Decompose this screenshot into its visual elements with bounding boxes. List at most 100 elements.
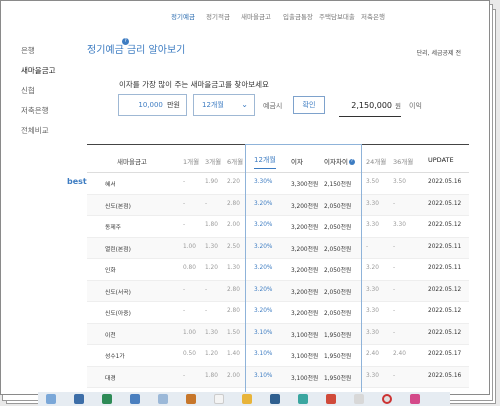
amount-input[interactable]: 10,000 만원 (118, 94, 187, 116)
app-icon[interactable] (270, 394, 280, 404)
sidebar-item-savingsbank[interactable]: 저축은행 (21, 101, 56, 121)
table-cell: 3.30 (366, 286, 379, 293)
col-3m[interactable]: 3개월 (205, 156, 221, 166)
table-cell: - (183, 200, 186, 207)
subtitle: 이자를 가장 많이 주는 새마을금고를 찾아보세요 (119, 80, 269, 89)
table-cell[interactable]: 혜서 (105, 179, 116, 188)
table-cell: 3.20 (366, 265, 379, 271)
app-icon[interactable] (102, 394, 112, 404)
app-icon[interactable] (298, 394, 308, 404)
table-cell: - (183, 308, 186, 314)
table-cell: 3.30 (393, 222, 406, 228)
folder-icon[interactable] (242, 394, 252, 404)
table-cell[interactable]: 성수1가 (105, 351, 125, 360)
app-icon[interactable] (410, 394, 420, 404)
nav-saemaeul[interactable]: 새마을금고 (241, 11, 271, 21)
table-cell: 2.40 (366, 351, 379, 357)
amount-unit: 만원 (167, 101, 180, 109)
nav-savings[interactable]: 정기적금 (206, 11, 230, 21)
table-cell: 2022.05.16 (428, 372, 462, 379)
table-cell[interactable]: 대경 (105, 373, 116, 382)
table-cell[interactable]: 신도(서곡) (105, 287, 131, 296)
table-cell: 2022.05.12 (428, 222, 462, 228)
table-cell: 3.50 (366, 179, 379, 185)
table-cell: 0.50 (183, 351, 196, 357)
table-cell: 2022.05.12 (428, 308, 462, 314)
table-cell: 3.30 (366, 372, 379, 379)
table-cell: 3.30 (366, 329, 379, 336)
table-cell: - (205, 308, 208, 314)
amount-value: 10,000 (138, 101, 163, 109)
sidebar-item-compare-all[interactable]: 전체비교 (21, 121, 56, 141)
table-cell: 3.30 (366, 222, 379, 228)
sidebar-item-shinhyup[interactable]: 신협 (21, 81, 56, 101)
table-cell: - (393, 286, 396, 293)
page-title: 정기예금 금리 알아보기 (87, 45, 186, 56)
table-cell: - (205, 286, 208, 293)
table-cell: 1.30 (205, 329, 218, 336)
table-cell: 2022.05.17 (428, 351, 462, 357)
app-icon[interactable] (158, 394, 168, 404)
table-cell: 1.80 (205, 222, 218, 228)
col-36m[interactable]: 36개월 (393, 156, 413, 166)
app-icon[interactable] (354, 394, 364, 404)
period-value: 12개월 (202, 101, 224, 109)
col-1m[interactable]: 1개월 (183, 156, 199, 166)
confirm-button[interactable]: 확인 (293, 96, 325, 114)
col-24m[interactable]: 24개월 (366, 156, 386, 166)
chevron-down-icon: ⌄ (241, 100, 248, 109)
col-6m[interactable]: 6개월 (227, 156, 243, 166)
app-icon[interactable] (74, 394, 84, 404)
table-cell: 2.20 (227, 179, 240, 185)
app-icon[interactable] (326, 394, 336, 404)
table-cell[interactable]: 이천 (105, 330, 116, 339)
sidebar-item-saemaeul[interactable]: 새마을금고 (21, 61, 56, 81)
table-cell[interactable]: 인화 (105, 265, 116, 274)
taskbar (38, 392, 450, 406)
app-icon[interactable] (130, 394, 140, 404)
col-update: UPDATE (428, 156, 454, 164)
table-cell: 2.00 (227, 372, 240, 379)
table-cell: 1.30 (227, 265, 240, 271)
table-cell: 0.80 (183, 265, 196, 271)
app-icon[interactable] (214, 394, 224, 404)
table-cell: 2022.05.11 (428, 265, 462, 271)
table-cell: 1.00 (183, 329, 196, 336)
table-cell: 1.00 (183, 243, 196, 250)
period-select[interactable]: 12개월 ⌄ (193, 94, 255, 116)
app-icon[interactable] (46, 394, 56, 404)
app-icon[interactable] (382, 394, 392, 404)
table-cell: - (393, 265, 396, 271)
table-cell: - (183, 286, 186, 293)
table-cell: 3.30 (366, 308, 379, 314)
interest-value: 2,150,000 (351, 101, 393, 110)
help-icon[interactable]: ? (122, 38, 129, 45)
table-cell: 2.80 (227, 286, 240, 293)
table-cell: 2022.05.12 (428, 286, 462, 293)
nav-deposit[interactable]: 정기예금 (171, 11, 195, 21)
table-cell: 1.80 (205, 372, 218, 379)
table-cell: - (183, 179, 186, 185)
app-icon[interactable] (186, 394, 196, 404)
table-cell[interactable]: 동제주 (105, 222, 121, 231)
interest-result: 2,150,000 원 (339, 96, 401, 117)
table-cell: 2.50 (227, 243, 240, 250)
sidebar-item-bank[interactable]: 은행 (21, 41, 56, 61)
table-cell: 3.50 (393, 179, 406, 185)
col-bank: 새마을금고 (117, 158, 147, 166)
nav-account[interactable]: 입출금통장 (283, 11, 313, 21)
table-cell: 2022.05.11 (428, 243, 462, 250)
table-cell: 2.80 (227, 308, 240, 314)
table-cell: - (205, 200, 208, 207)
table-cell[interactable]: 열린(본점) (105, 244, 131, 253)
table-cell: - (393, 372, 396, 379)
table-cell[interactable]: 신도(본점) (105, 201, 131, 210)
table-cell[interactable]: 신도(아중) (105, 308, 131, 317)
nav-savingsbank[interactable]: 저축은행 (361, 11, 385, 21)
table-cell: 1.20 (205, 351, 218, 357)
table-cell: 1.20 (205, 265, 218, 271)
table-cell: 1.50 (227, 329, 240, 336)
deposit-label: 예금시 (263, 102, 283, 110)
nav-mortgage[interactable]: 주택담보대출 (319, 11, 355, 21)
table-cell: 1.40 (227, 351, 240, 357)
